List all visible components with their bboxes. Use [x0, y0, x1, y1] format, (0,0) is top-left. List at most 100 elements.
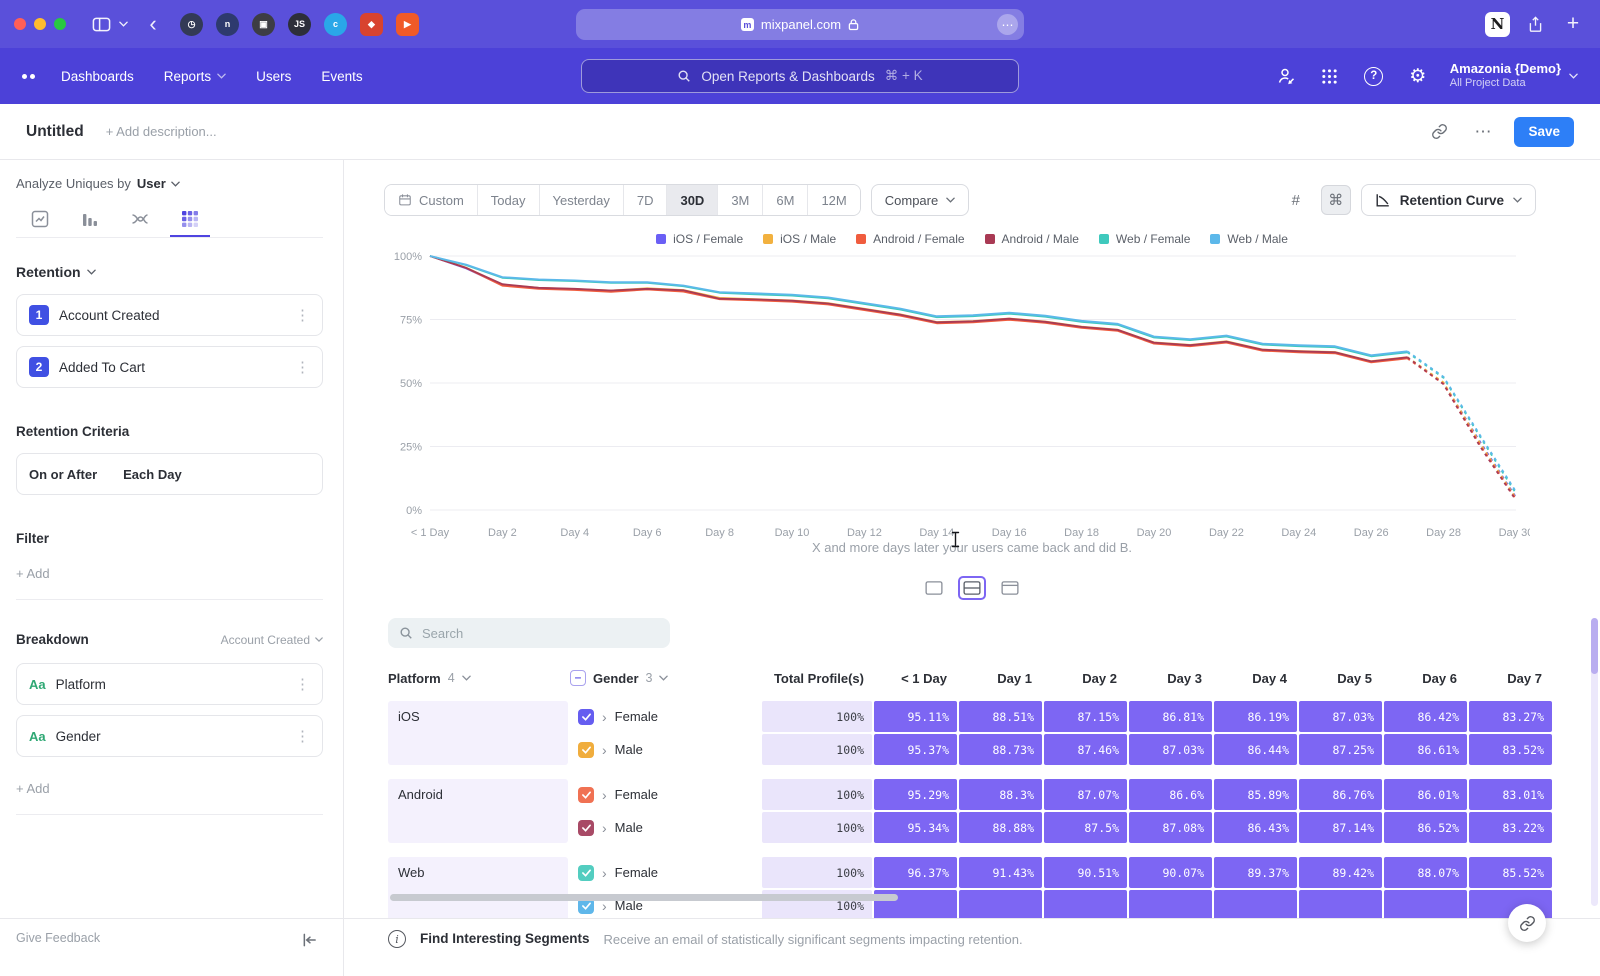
vertical-scrollbar[interactable] [1591, 618, 1598, 906]
chevron-down-icon[interactable] [114, 11, 132, 37]
save-button[interactable]: Save [1514, 117, 1574, 147]
retention-step-2[interactable]: 2 Added To Cart ⋮ [16, 346, 323, 388]
retention-value-cell[interactable]: 86.01% [1384, 779, 1467, 810]
date-range-6m[interactable]: 6M [763, 185, 808, 215]
step-event-label[interactable]: Account Created [59, 308, 160, 323]
compare-button[interactable]: Compare [871, 184, 969, 216]
day-column-header[interactable]: Day 1 [959, 671, 1042, 686]
row-checkbox[interactable] [578, 820, 594, 836]
give-feedback-link[interactable]: Give Feedback [16, 931, 100, 945]
date-range-today[interactable]: Today [478, 185, 540, 215]
nav-item-dashboards[interactable]: Dashboards [61, 69, 134, 84]
breakdown-applies-to-dropdown[interactable]: Account Created [221, 633, 323, 647]
tab-insights[interactable] [20, 203, 60, 237]
day-column-header[interactable]: Day 4 [1214, 671, 1297, 686]
site-options-icon[interactable]: ⋯ [997, 14, 1018, 35]
step-event-label[interactable]: Added To Cart [59, 360, 145, 375]
expand-row-icon[interactable]: › [602, 742, 607, 758]
table-search-input[interactable] [422, 626, 659, 641]
date-range-custom[interactable]: Custom [385, 185, 478, 215]
browser-back-icon[interactable]: ‹ [140, 11, 166, 37]
day-column-header[interactable]: Day 5 [1299, 671, 1382, 686]
share-icon[interactable] [1522, 11, 1548, 37]
gender-cell[interactable]: ›Male [570, 734, 760, 765]
column-header-platform[interactable]: Platform 4 [388, 671, 568, 686]
mixpanel-logo[interactable] [22, 74, 35, 79]
retention-value-cell[interactable] [959, 890, 1042, 918]
retention-line-chart[interactable]: 0%25%50%75%100%< 1 DayDay 2Day 4Day 6Day… [380, 244, 1530, 544]
browser-extension-icon-5[interactable]: c [324, 13, 347, 36]
maximize-window-button[interactable] [54, 18, 66, 30]
chart-type-dropdown[interactable]: Retention Curve [1361, 184, 1536, 216]
nav-item-events[interactable]: Events [321, 69, 362, 84]
tab-funnels[interactable] [70, 203, 110, 237]
expand-row-icon[interactable]: › [602, 865, 607, 881]
retention-value-cell[interactable]: 83.01% [1469, 779, 1552, 810]
platform-cell[interactable]: Web [388, 857, 568, 918]
project-switcher[interactable]: Amazonia {Demo} All Project Data [1450, 61, 1578, 91]
copy-link-icon[interactable] [1426, 119, 1452, 145]
column-header-total-profiles[interactable]: Total Profile(s) [762, 671, 872, 686]
split-view-button[interactable] [958, 576, 986, 600]
browser-extension-icon-6[interactable]: ◆ [360, 13, 383, 36]
retention-value-cell[interactable]: 83.22% [1469, 812, 1552, 843]
retention-value-cell[interactable]: 88.3% [959, 779, 1042, 810]
browser-extension-icon-7[interactable]: ▶ [396, 13, 419, 36]
retention-value-cell[interactable]: 86.44% [1214, 734, 1297, 765]
find-interesting-segments-bar[interactable]: i Find Interesting Segments Receive an e… [344, 919, 1600, 976]
breakdown-item-gender[interactable]: Aa Gender ⋮ [16, 715, 323, 757]
retention-value-cell[interactable]: 83.52% [1469, 734, 1552, 765]
kebab-menu-icon[interactable]: ⋮ [295, 727, 310, 745]
more-options-icon[interactable]: ⋯ [1470, 119, 1496, 145]
date-range-yesterday[interactable]: Yesterday [540, 185, 624, 215]
kebab-menu-icon[interactable]: ⋮ [295, 306, 310, 324]
retention-value-cell[interactable]: 90.07% [1129, 857, 1212, 888]
platform-cell[interactable]: iOS [388, 701, 568, 765]
retention-section-header[interactable]: Retention [16, 264, 323, 280]
retention-value-cell[interactable] [1214, 890, 1297, 918]
retention-value-cell[interactable]: 96.37% [874, 857, 957, 888]
date-range-3m[interactable]: 3M [718, 185, 763, 215]
keyboard-shortcuts-icon[interactable]: ⌘ [1321, 185, 1351, 215]
gender-cell[interactable]: ›Female [570, 779, 760, 810]
browser-extension-icon-2[interactable]: n [216, 13, 239, 36]
retention-step-1[interactable]: 1 Account Created ⋮ [16, 294, 323, 336]
browser-extension-icon-3[interactable]: ▣ [252, 13, 275, 36]
day-column-header[interactable]: Day 2 [1044, 671, 1127, 686]
retention-value-cell[interactable]: 87.08% [1129, 812, 1212, 843]
column-header-gender[interactable]: – Gender 3 [570, 670, 760, 686]
retention-value-cell[interactable]: 88.73% [959, 734, 1042, 765]
kebab-menu-icon[interactable]: ⋮ [295, 675, 310, 693]
platform-cell[interactable]: Android [388, 779, 568, 843]
retention-value-cell[interactable]: 95.34% [874, 812, 957, 843]
tab-retention[interactable] [170, 203, 210, 237]
day-column-header[interactable]: Day 3 [1129, 671, 1212, 686]
retention-value-cell[interactable] [1299, 890, 1382, 918]
date-range-12m[interactable]: 12M [808, 185, 859, 215]
chart-only-view-button[interactable] [920, 576, 948, 600]
retention-value-cell[interactable]: 87.46% [1044, 734, 1127, 765]
retention-value-cell[interactable]: 90.51% [1044, 857, 1127, 888]
gender-cell[interactable]: ›Male [570, 812, 760, 843]
retention-value-cell[interactable]: 89.42% [1299, 857, 1382, 888]
expand-row-icon[interactable]: › [602, 820, 607, 836]
criteria-mode[interactable]: On or After [29, 467, 97, 482]
expand-row-icon[interactable]: › [602, 709, 607, 725]
day-column-header[interactable]: < 1 Day [874, 671, 957, 686]
day-column-header[interactable]: Day 7 [1469, 671, 1552, 686]
table-search[interactable] [388, 618, 670, 648]
nav-item-reports[interactable]: Reports [164, 69, 226, 84]
retention-value-cell[interactable]: 86.43% [1214, 812, 1297, 843]
retention-value-cell[interactable]: 87.07% [1044, 779, 1127, 810]
help-icon[interactable]: ? [1362, 64, 1386, 88]
criteria-interval[interactable]: Each Day [123, 467, 182, 482]
expand-row-icon[interactable]: › [602, 787, 607, 803]
retention-value-cell[interactable]: 86.61% [1384, 734, 1467, 765]
retention-value-cell[interactable]: 89.37% [1214, 857, 1297, 888]
retention-value-cell[interactable]: 88.07% [1384, 857, 1467, 888]
retention-value-cell[interactable]: 91.43% [959, 857, 1042, 888]
kebab-menu-icon[interactable]: ⋮ [295, 358, 310, 376]
date-range-30d[interactable]: 30D [667, 185, 718, 215]
row-checkbox[interactable] [578, 865, 594, 881]
close-window-button[interactable] [14, 18, 26, 30]
